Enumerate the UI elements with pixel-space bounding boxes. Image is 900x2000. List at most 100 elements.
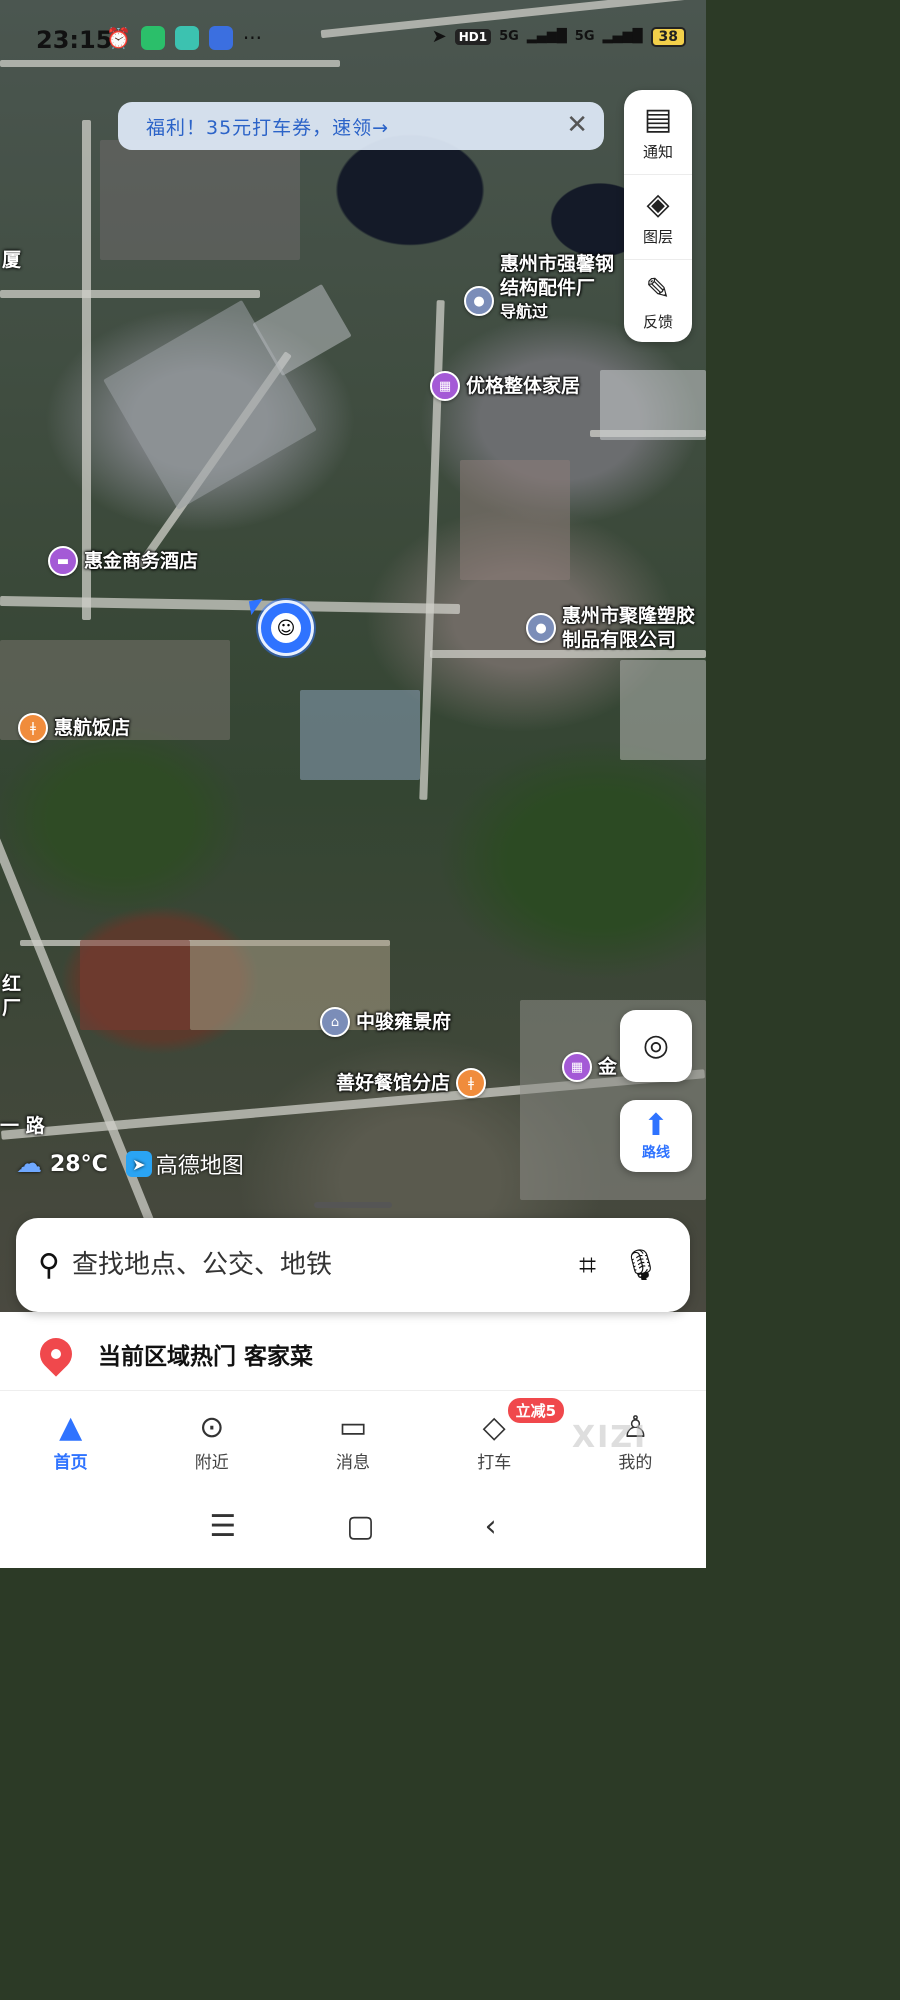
signal-bars-icon: ▂▄▆█ bbox=[526, 29, 567, 44]
hd-badge: HD1 bbox=[454, 28, 492, 45]
tab-home[interactable]: ▲ 首页 bbox=[0, 1398, 141, 1484]
route-button[interactable]: ⬆ 路线 bbox=[620, 1100, 692, 1172]
map-building bbox=[600, 370, 706, 440]
search-input[interactable] bbox=[69, 1249, 514, 1281]
side-button-label: 反馈 bbox=[642, 312, 673, 331]
poi-zhongjun-yongjingfu[interactable]: ⌂ 中骏雍景府 bbox=[320, 1007, 451, 1037]
poi-huijin-hotel[interactable]: ▬ 惠金商务酒店 bbox=[48, 546, 198, 576]
tab-messages[interactable]: ▭ 消息 bbox=[282, 1398, 423, 1484]
tab-nearby[interactable]: ⊙ 附近 bbox=[141, 1398, 282, 1484]
promo-text: 福利！35元打车券，速领→ bbox=[146, 116, 390, 139]
tab-taxi[interactable]: 立减5 ◇ 打车 bbox=[424, 1398, 565, 1484]
poi-label: 中骏雍景府 bbox=[356, 1011, 452, 1033]
poi-label: 善好餐馆分店 bbox=[336, 1072, 451, 1094]
satellite-map[interactable]: ● 惠州市强馨钢 结构配件厂 导航过 ▦ 优格整体家居 ▬ 惠金商务酒店 ● 惠… bbox=[0, 0, 706, 1320]
layers-icon: ◈ bbox=[646, 186, 670, 222]
restaurant-icon: ǂ bbox=[456, 1068, 487, 1098]
tab-label: 附近 bbox=[194, 1452, 229, 1473]
home-nav-icon: ▲ bbox=[59, 1409, 83, 1445]
poi-jin-shop[interactable]: ▦ 金 bbox=[562, 1052, 617, 1082]
location-pin-icon: ● bbox=[464, 286, 494, 316]
hot-topic-row[interactable]: 当前区域热门 客家菜 bbox=[0, 1318, 706, 1391]
close-icon[interactable]: ✕ bbox=[566, 112, 588, 138]
app-shield-icon bbox=[140, 26, 165, 50]
map-building bbox=[80, 940, 190, 1030]
status-right: ➤ HD1 5G ▂▄▆█ 5G ▂▄▆█ 38 bbox=[432, 26, 686, 47]
message-icon: ▭ bbox=[338, 1409, 368, 1445]
poi-huihang-restaurant[interactable]: ǂ 惠航饭店 bbox=[18, 713, 130, 743]
signal-5g-label: 5G bbox=[499, 29, 519, 44]
poi-label: 惠州市强馨钢 结构配件厂 bbox=[500, 253, 615, 299]
nearby-pin-icon: ⊙ bbox=[199, 1409, 225, 1445]
scan-icon[interactable]: ⌗ bbox=[579, 1248, 596, 1283]
restaurant-icon: ǂ bbox=[18, 713, 48, 743]
avatar-icon: ☺ bbox=[271, 613, 301, 643]
status-bar: 23:15 ⏰ ··· ➤ HD1 5G ▂▄▆█ 5G ▂▄▆█ 38 bbox=[0, 0, 706, 84]
app-car-icon bbox=[208, 26, 233, 50]
back-icon[interactable]: ‹ bbox=[485, 1509, 497, 1544]
poi-label: 金 bbox=[598, 1056, 618, 1078]
map-road bbox=[0, 595, 461, 615]
brand-name: 高德地图 bbox=[155, 1154, 244, 1179]
poi-shanhao-restaurant[interactable]: ǂ 善好餐馆分店 bbox=[330, 1068, 487, 1098]
more-dots-icon: ··· bbox=[242, 26, 262, 50]
menu-icon[interactable]: ☰ bbox=[209, 1509, 236, 1544]
poi-label: 惠金商务酒店 bbox=[84, 550, 199, 572]
locate-button[interactable]: ◎ bbox=[620, 1010, 692, 1082]
poi-label: 惠州市聚隆塑胶 制品有限公司 bbox=[562, 605, 696, 651]
location-pin-icon bbox=[33, 1331, 79, 1377]
tab-label: 打车 bbox=[477, 1452, 512, 1473]
home-square-icon[interactable]: ▢ bbox=[346, 1509, 374, 1544]
layers-button[interactable]: ◈ 图层 bbox=[624, 175, 692, 260]
map-building bbox=[620, 660, 706, 760]
notification-icon: ▤ bbox=[643, 101, 673, 137]
status-notification-icons: ⏰ ··· bbox=[106, 26, 262, 50]
tab-label: 首页 bbox=[53, 1452, 88, 1473]
current-location-avatar[interactable]: ☺ bbox=[258, 600, 314, 656]
map-building bbox=[300, 690, 420, 780]
locate-icon: ◎ bbox=[642, 1028, 670, 1063]
route-label: 路线 bbox=[642, 1145, 670, 1161]
cloud-icon: ☁ bbox=[16, 1149, 42, 1179]
search-bar[interactable]: ⚲ ⌗ 🎙 bbox=[16, 1218, 690, 1312]
location-pin-icon: ● bbox=[526, 613, 556, 643]
signal-5g-label: 5G bbox=[574, 29, 595, 44]
feedback-button[interactable]: ✎ 反馈 bbox=[624, 260, 692, 344]
amap-logo-icon: ➤ bbox=[125, 1151, 152, 1177]
poi-label: 优格整体家居 bbox=[466, 375, 581, 397]
microphone-icon[interactable]: 🎙 bbox=[622, 1248, 660, 1283]
shop-icon: ▦ bbox=[562, 1052, 592, 1082]
promo-banner[interactable]: 福利！35元打车券，速领→ ✕ bbox=[118, 102, 604, 150]
poi-label: 惠航饭店 bbox=[54, 717, 131, 739]
hot-topic-text: 当前区域热门 客家菜 bbox=[98, 1344, 314, 1370]
side-button-label: 图层 bbox=[642, 227, 673, 246]
weather-temp: 28°C bbox=[50, 1151, 108, 1177]
map-edge-label: 厦 bbox=[2, 249, 22, 271]
tab-label: 消息 bbox=[336, 1452, 370, 1473]
route-arrow-icon: ⬆ bbox=[643, 1108, 669, 1143]
watermark-logo: XIZI bbox=[572, 1420, 648, 1455]
battery-icon: 38 bbox=[650, 26, 686, 47]
notification-button[interactable]: ▤ 通知 bbox=[624, 90, 692, 175]
map-road bbox=[82, 120, 91, 620]
sheet-drag-handle[interactable] bbox=[314, 1202, 392, 1208]
taxi-icon: ◇ bbox=[482, 1409, 506, 1445]
weather-widget[interactable]: ☁ 28°C ➤ 高德地图 bbox=[16, 1148, 244, 1180]
poi-youge-furniture[interactable]: ▦ 优格整体家居 bbox=[430, 371, 580, 401]
residence-icon: ⌂ bbox=[320, 1007, 350, 1037]
poi-julong-plastic[interactable]: ● 惠州市聚隆塑胶 制品有限公司 bbox=[526, 604, 695, 652]
signal-bars-icon: ▂▄▆█ bbox=[602, 29, 643, 44]
map-building bbox=[460, 460, 570, 580]
map-road-label: 一 路 bbox=[0, 1115, 45, 1137]
map-side-toolbar: ▤ 通知 ◈ 图层 ✎ 反馈 bbox=[624, 90, 692, 342]
location-arrow-icon: ➤ bbox=[431, 26, 447, 47]
search-icon: ⚲ bbox=[38, 1247, 60, 1283]
brand-logo: ➤ 高德地图 bbox=[125, 1148, 244, 1180]
alarm-icon: ⏰ bbox=[106, 26, 131, 50]
taxi-discount-badge: 立减5 bbox=[507, 1398, 565, 1423]
status-time: 23:15 bbox=[36, 26, 113, 54]
side-button-label: 通知 bbox=[642, 142, 673, 161]
map-road bbox=[0, 290, 260, 298]
hotel-bed-icon: ▬ bbox=[48, 546, 78, 576]
poi-steel-factory[interactable]: ● 惠州市强馨钢 结构配件厂 导航过 bbox=[464, 252, 614, 324]
